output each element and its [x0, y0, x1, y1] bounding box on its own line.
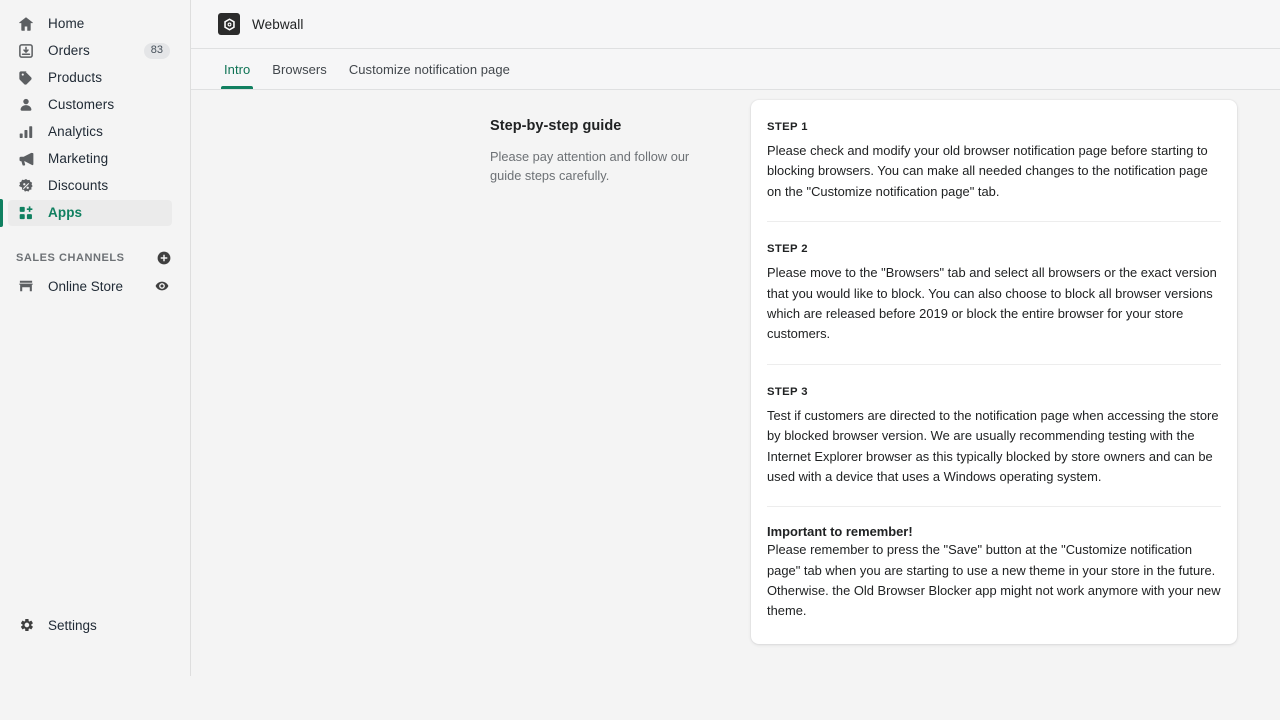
note-title: Important to remember! — [767, 524, 1221, 539]
sidebar-item-discounts[interactable]: Discounts — [8, 173, 172, 199]
sidebar-item-label: Home — [48, 17, 172, 31]
step-label: STEP 2 — [767, 243, 1221, 255]
products-icon — [16, 68, 36, 88]
gear-icon — [16, 615, 36, 635]
sidebar-item-label: Discounts — [48, 179, 172, 193]
sidebar-item-apps[interactable]: Apps — [8, 200, 172, 226]
step-item: STEP 2 Please move to the "Browsers" tab… — [767, 222, 1221, 365]
sidebar-item-label: Products — [48, 71, 172, 85]
marketing-icon — [16, 149, 36, 169]
orders-count-badge: 83 — [144, 43, 170, 59]
page-content: Step-by-step guide Please pay attention … — [191, 90, 1280, 720]
app-title: Webwall — [252, 17, 303, 32]
app-header: Webwall — [191, 0, 1280, 49]
tab-customize-notification-page[interactable]: Customize notification page — [338, 49, 521, 89]
step-text: Please check and modify your old browser… — [767, 141, 1221, 202]
home-icon — [16, 14, 36, 34]
sidebar-item-products[interactable]: Products — [8, 65, 172, 91]
tab-intro[interactable]: Intro — [213, 49, 261, 89]
page-title: Step-by-step guide — [490, 118, 705, 134]
step-item: STEP 1 Please check and modify your old … — [767, 100, 1221, 222]
tab-label: Intro — [224, 62, 250, 77]
tab-browsers[interactable]: Browsers — [261, 49, 338, 89]
sidebar-item-orders[interactable]: Orders 83 — [8, 38, 172, 64]
tab-label: Customize notification page — [349, 62, 510, 77]
sidebar-item-label: Settings — [48, 618, 97, 633]
sales-channels-header: SALES CHANNELS — [8, 247, 172, 269]
plus-circle-icon[interactable] — [156, 250, 172, 266]
sales-channels-title: SALES CHANNELS — [16, 252, 156, 264]
customers-icon — [16, 95, 36, 115]
guide-header: Step-by-step guide Please pay attention … — [490, 118, 705, 186]
sidebar-item-label: Online Store — [48, 279, 154, 294]
app-root: Home Orders 83 Products Customers — [0, 0, 1280, 720]
step-text: Please move to the "Browsers" tab and se… — [767, 263, 1221, 345]
webwall-logo-icon — [218, 13, 240, 35]
step-item: STEP 3 Test if customers are directed to… — [767, 365, 1221, 508]
note-text: Please remember to press the "Save" butt… — [767, 540, 1221, 622]
sidebar-item-label: Analytics — [48, 125, 172, 139]
apps-icon — [16, 203, 36, 223]
tab-label: Browsers — [272, 62, 327, 77]
sidebar-item-home[interactable]: Home — [8, 11, 172, 37]
step-label: STEP 3 — [767, 386, 1221, 398]
sidebar-item-label: Marketing — [48, 152, 172, 166]
sidebar-item-label: Orders — [48, 44, 144, 58]
steps-card: STEP 1 Please check and modify your old … — [751, 100, 1237, 644]
discounts-icon — [16, 176, 36, 196]
sidebar-item-customers[interactable]: Customers — [8, 92, 172, 118]
main-area: Webwall Intro Browsers Customize notific… — [191, 0, 1280, 720]
sidebar-item-label: Apps — [48, 206, 172, 220]
tab-bar: Intro Browsers Customize notification pa… — [191, 49, 1280, 90]
sidebar-item-online-store[interactable]: Online Store — [8, 273, 172, 299]
eye-icon[interactable] — [154, 278, 170, 294]
sidebar-item-marketing[interactable]: Marketing — [8, 146, 172, 172]
store-icon — [16, 276, 36, 296]
sidebar: Home Orders 83 Products Customers — [0, 0, 191, 720]
active-indicator — [0, 199, 3, 227]
analytics-icon — [16, 122, 36, 142]
orders-icon — [16, 41, 36, 61]
step-text: Test if customers are directed to the no… — [767, 406, 1221, 488]
step-label: STEP 1 — [767, 121, 1221, 133]
guide-description: Please pay attention and follow our guid… — [490, 147, 705, 186]
sidebar-item-analytics[interactable]: Analytics — [8, 119, 172, 145]
sidebar-nav-list: Home Orders 83 Products Customers — [0, 11, 191, 226]
sidebar-item-label: Customers — [48, 98, 172, 112]
important-note: Important to remember! Please remember t… — [767, 507, 1221, 644]
sidebar-item-settings[interactable]: Settings — [8, 612, 172, 638]
